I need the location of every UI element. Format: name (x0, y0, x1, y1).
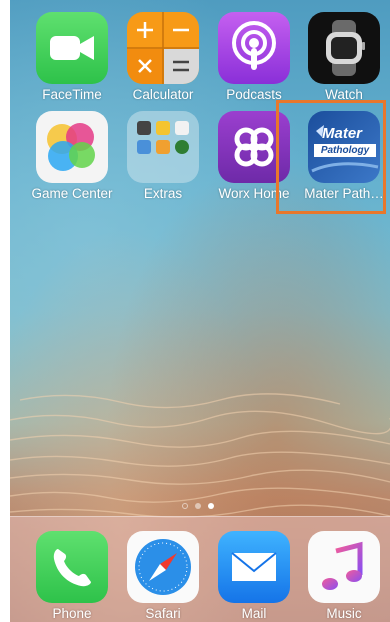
facetime-icon (36, 12, 108, 84)
home-screen: FaceTime Calculator Podcasts Watch Game … (10, 0, 390, 622)
app-extras-folder[interactable]: Extras (119, 111, 207, 201)
app-label: Music (326, 606, 362, 621)
app-label: Safari (145, 606, 181, 621)
spotlight-page-dot (182, 503, 188, 509)
app-label: Game Center (31, 186, 113, 201)
page-dot-2-active (208, 503, 214, 509)
dock-app-music[interactable]: Music (300, 531, 388, 621)
dock: Phone Safari Mail Music (10, 516, 390, 622)
music-icon (308, 531, 380, 603)
app-watch[interactable]: Watch (300, 12, 388, 102)
app-label: Extras (143, 186, 183, 201)
page-indicator[interactable] (182, 503, 214, 509)
extras-folder-icon (127, 111, 199, 183)
app-calculator[interactable]: Calculator (119, 12, 207, 102)
calculator-icon (127, 12, 199, 84)
app-game-center[interactable]: Game Center (22, 111, 122, 201)
mail-icon (218, 531, 290, 603)
phone-icon (36, 531, 108, 603)
dock-app-mail[interactable]: Mail (210, 531, 298, 621)
dock-app-safari[interactable]: Safari (119, 531, 207, 621)
podcasts-icon (218, 12, 290, 84)
app-label: FaceTime (42, 87, 102, 102)
watch-icon (308, 12, 380, 84)
page-dot-1 (195, 503, 201, 509)
app-label: Mail (241, 606, 267, 621)
app-facetime[interactable]: FaceTime (28, 12, 116, 102)
app-label: Calculator (132, 87, 194, 102)
safari-icon (127, 531, 199, 603)
app-podcasts[interactable]: Podcasts (210, 12, 298, 102)
app-label: Phone (52, 606, 92, 621)
game-center-icon (36, 111, 108, 183)
highlight-box (276, 100, 386, 214)
dock-app-phone[interactable]: Phone (28, 531, 116, 621)
